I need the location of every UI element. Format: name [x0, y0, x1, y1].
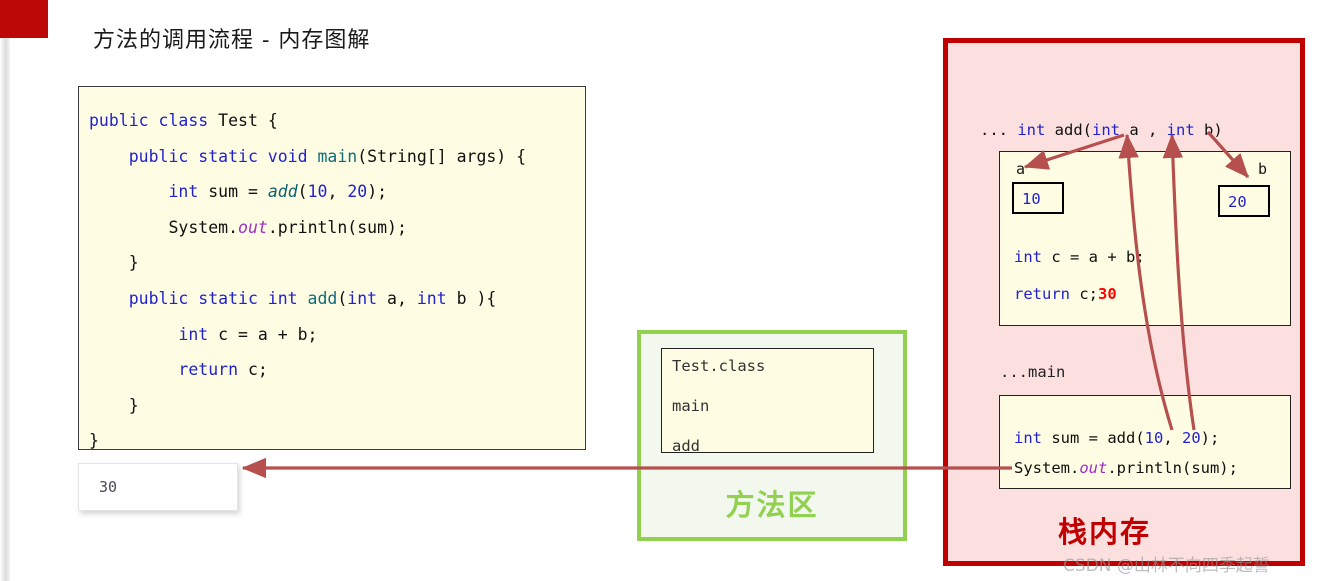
- method-area-item: main: [672, 397, 710, 415]
- code-token: int: [347, 288, 378, 308]
- variable-a-value: 10: [1022, 190, 1041, 208]
- code-line: }: [89, 245, 585, 281]
- code-token: (: [337, 288, 348, 308]
- code-token: (String[] args) {: [357, 146, 527, 166]
- slide-accent-square: [0, 0, 48, 38]
- code-line: int c = a + b;: [89, 317, 585, 353]
- stack-main-label: ...main: [1000, 363, 1066, 381]
- code-token: {: [257, 111, 278, 130]
- stack-add-signature: ... int add(int a , int b): [980, 121, 1223, 139]
- code-token: a,: [377, 288, 417, 308]
- code-token: .println(sum);: [267, 217, 407, 237]
- code-token: 20: [347, 182, 368, 202]
- code-token: int: [1092, 121, 1120, 139]
- code-token: 10: [1144, 429, 1164, 447]
- code-token: (: [297, 182, 308, 202]
- stack-memory-panel: ... int add(int a , int b) a 10 b 20 int…: [943, 38, 1305, 566]
- main-frame-statement-2: System.out.println(sum);: [1014, 459, 1238, 477]
- code-line: }: [89, 388, 585, 424]
- code-token: .println(sum);: [1107, 459, 1238, 477]
- variable-b-box: 20: [1218, 185, 1270, 217]
- code-token: public static void: [89, 146, 318, 166]
- code-token: ...: [980, 121, 1018, 139]
- variable-a-label: a: [1016, 160, 1026, 178]
- code-token: int: [1017, 121, 1046, 139]
- code-token: int: [416, 288, 447, 308]
- add-frame-statement: int c = a + b;: [1014, 248, 1145, 266]
- variable-b-value: 20: [1228, 193, 1247, 211]
- main-frame-statement-1: int sum = add(10, 20);: [1014, 429, 1219, 447]
- code-line: return c;: [89, 352, 585, 388]
- code-token: }: [89, 395, 139, 415]
- code-token: 10: [307, 182, 328, 202]
- code-token: int: [1014, 429, 1042, 447]
- method-area-item: Test.class: [672, 357, 766, 375]
- code-token: public class: [89, 111, 219, 130]
- code-token: int: [89, 324, 209, 344]
- code-token: add(: [1045, 121, 1092, 139]
- code-token: System.: [1014, 459, 1080, 477]
- code-token: c;: [1070, 285, 1098, 303]
- code-token: Test: [218, 111, 258, 130]
- code-token: main: [317, 146, 358, 166]
- code-token: out: [1079, 459, 1108, 477]
- code-token: 30: [1098, 285, 1117, 303]
- code-token: c = a + b;: [1042, 248, 1145, 266]
- code-token: int: [1166, 121, 1195, 139]
- console-output-value: 30: [99, 478, 118, 496]
- console-output-box: 30: [78, 463, 238, 511]
- code-token: }: [89, 431, 99, 451]
- code-token: );: [367, 182, 388, 202]
- code-token: ,: [1163, 429, 1182, 447]
- source-code-panel: public class Test { public static void m…: [78, 86, 586, 450]
- code-token: b ){: [446, 288, 497, 308]
- code-token: b): [1194, 121, 1223, 139]
- method-area-class-box: Test.class main add: [661, 348, 874, 455]
- code-line: int sum = add(10, 20);: [89, 174, 585, 210]
- code-token: }: [89, 253, 139, 273]
- code-line: public static int add(int a, int b ){: [89, 281, 585, 317]
- variable-a-box: 10: [1012, 182, 1064, 214]
- code-token: c;: [238, 360, 268, 380]
- watermark: CSDN @山林不向四季起誓: [1063, 556, 1270, 576]
- code-token: c = a + b;: [208, 324, 318, 344]
- code-token: System.: [89, 217, 239, 237]
- code-token: sum = add(: [1042, 429, 1145, 447]
- method-area-panel: Test.class main add 方法区: [637, 330, 907, 541]
- stack-memory-label: 栈内存: [1058, 515, 1152, 549]
- code-line: public static void main(String[] args) {: [89, 139, 585, 175]
- code-token: ,: [327, 182, 348, 202]
- code-token: sum =: [198, 182, 268, 202]
- code-token: a ,: [1120, 121, 1167, 139]
- variable-b-label: b: [1258, 160, 1268, 178]
- page-title: 方法的调用流程 - 内存图解: [93, 28, 371, 53]
- code-token: add: [307, 288, 338, 308]
- code-token: public static int: [89, 288, 308, 308]
- code-token: return: [89, 360, 239, 380]
- code-token: );: [1200, 429, 1220, 447]
- code-token: int: [89, 182, 199, 202]
- method-area-item: add: [672, 437, 700, 455]
- add-frame-return-statement: return c;30: [1014, 285, 1117, 303]
- stack-frame-main: int sum = add(10, 20); System.out.printl…: [999, 395, 1291, 489]
- code-line: }: [89, 423, 585, 459]
- stack-frame-add: a 10 b 20 int c = a + b; return c;30: [999, 151, 1291, 326]
- method-area-label: 方法区: [725, 488, 819, 522]
- code-line: public class Test {: [89, 103, 585, 139]
- code-line: System.out.println(sum);: [89, 210, 585, 246]
- code-token: return: [1014, 285, 1070, 303]
- slide-accent-rule: [0, 38, 10, 581]
- code-token: add: [267, 182, 298, 202]
- code-token: int: [1014, 248, 1042, 266]
- code-token: out: [238, 217, 268, 237]
- code-token: 20: [1182, 429, 1201, 447]
